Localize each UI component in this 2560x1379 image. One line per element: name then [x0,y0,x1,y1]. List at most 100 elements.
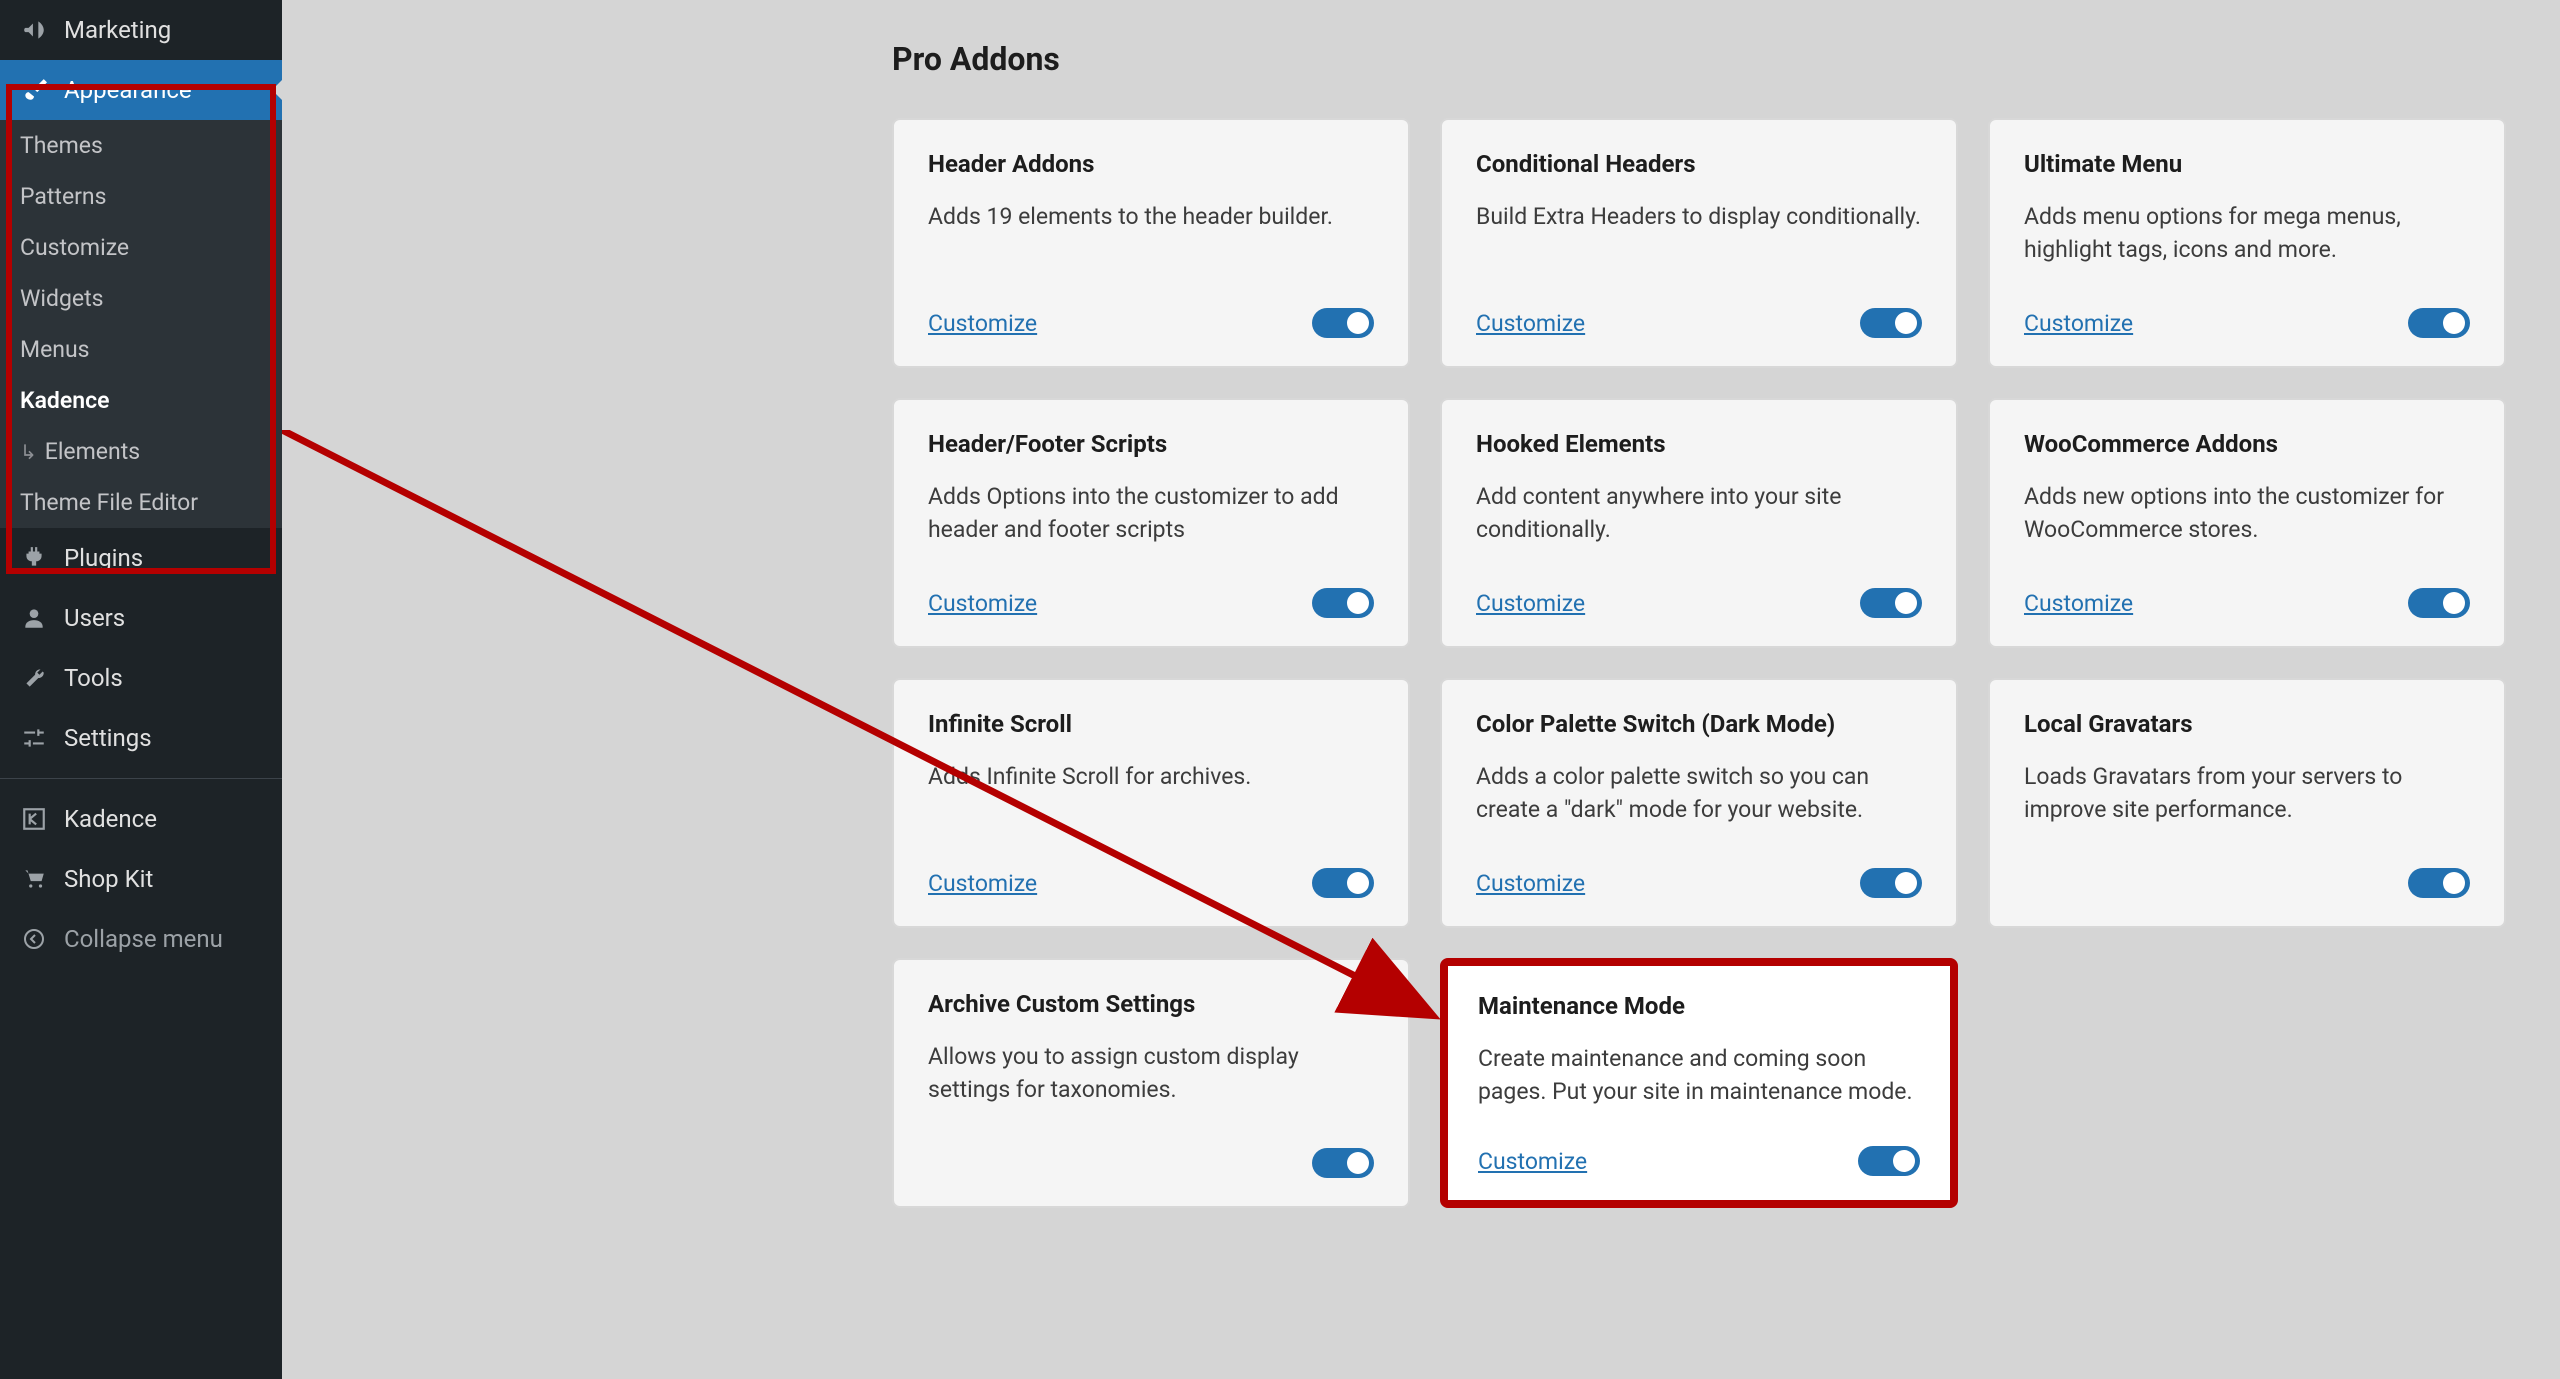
addon-toggle[interactable] [2408,308,2470,338]
customize-link[interactable]: Customize [928,870,1037,897]
wrench-icon [18,662,50,694]
submenu-theme-file-editor[interactable]: Theme File Editor [0,477,282,528]
sidebar-label: Appearance [64,76,192,104]
page-title: Pro Addons [892,40,2560,78]
addon-title: Color Palette Switch (Dark Mode) [1476,710,1922,738]
user-icon [18,602,50,634]
addon-description: Adds a color palette switch so you can c… [1476,760,1922,844]
addon-footer: Customize [1478,1146,1920,1176]
addon-title: Maintenance Mode [1478,992,1920,1020]
addon-footer: Customize [928,868,1374,898]
plug-icon [18,542,50,574]
addon-footer: Customize [928,308,1374,338]
sidebar-label: Shop Kit [64,865,153,893]
submenu-customize[interactable]: Customize [0,222,282,273]
kadence-icon [18,803,50,835]
megaphone-icon [18,14,50,46]
addon-title: Conditional Headers [1476,150,1922,178]
addon-toggle[interactable] [1858,1146,1920,1176]
addon-card: Infinite Scroll Adds Infinite Scroll for … [892,678,1410,928]
addon-description: Adds new options into the customizer for… [2024,480,2470,564]
addon-toggle[interactable] [2408,868,2470,898]
addon-footer: Customize [2024,308,2470,338]
customize-link[interactable]: Customize [928,310,1037,337]
addon-description: Create maintenance and coming soon pages… [1478,1042,1920,1122]
sliders-icon [18,722,50,754]
addon-footer: Customize [1476,588,1922,618]
addon-card: Header/Footer Scripts Adds Options into t… [892,398,1410,648]
brush-icon [18,74,50,106]
addon-toggle[interactable] [1312,868,1374,898]
sidebar-divider [0,778,282,779]
customize-link[interactable]: Customize [2024,310,2133,337]
addon-title: Ultimate Menu [2024,150,2470,178]
addon-title: Header/Footer Scripts [928,430,1374,458]
addon-footer [2024,868,2470,898]
sidebar-label: Kadence [64,805,157,833]
appearance-submenu: Themes Patterns Customize Widgets Menus … [0,120,282,528]
addon-description: Adds menu options for mega menus, highli… [2024,200,2470,284]
addon-title: Archive Custom Settings [928,990,1374,1018]
sidebar-label: Collapse menu [64,925,223,953]
sidebar-item-marketing[interactable]: Marketing [0,0,282,60]
addon-card: Conditional Headers Build Extra Headers t… [1440,118,1958,368]
addon-description: Loads Gravatars from your servers to imp… [2024,760,2470,844]
addon-footer: Customize [1476,308,1922,338]
addon-card: Ultimate Menu Adds menu options for mega … [1988,118,2506,368]
addon-footer: Customize [2024,588,2470,618]
customize-link[interactable]: Customize [1476,590,1585,617]
submenu-themes[interactable]: Themes [0,120,282,171]
addon-description: Adds Options into the customizer to add … [928,480,1374,564]
sidebar-item-kadence-extra[interactable]: Kadence [0,789,282,849]
customize-link[interactable]: Customize [1478,1148,1587,1175]
sidebar-item-shopkit[interactable]: Shop Kit [0,849,282,909]
addon-toggle[interactable] [1312,308,1374,338]
addon-description: Build Extra Headers to display condition… [1476,200,1922,284]
addon-card: Archive Custom Settings Allows you to ass… [892,958,1410,1208]
submenu-elements[interactable]: ↳Elements [0,426,282,477]
indent-icon: ↳ [20,440,37,464]
addon-description: Allows you to assign custom display sett… [928,1040,1374,1124]
addon-card: Color Palette Switch (Dark Mode) Adds a c… [1440,678,1958,928]
sidebar-label: Tools [64,664,123,692]
customize-link[interactable]: Customize [1476,870,1585,897]
cart-icon [18,863,50,895]
addon-toggle[interactable] [1312,588,1374,618]
sidebar-item-plugins[interactable]: Plugins [0,528,282,588]
customize-link[interactable]: Customize [1476,310,1585,337]
addon-card: Hooked Elements Add content anywhere into… [1440,398,1958,648]
sidebar-label: Users [64,604,125,632]
sidebar-label: Plugins [64,544,143,572]
addon-description: Adds 19 elements to the header builder. [928,200,1374,284]
customize-link[interactable]: Customize [928,590,1037,617]
addon-title: Local Gravatars [2024,710,2470,738]
addon-footer: Customize [1476,868,1922,898]
addon-card: WooCommerce AddonsAdds new options into … [1988,398,2506,648]
addon-footer [928,1148,1374,1178]
addon-card: Header Addons Adds 19 elements to the hea… [892,118,1410,368]
addon-title: Hooked Elements [1476,430,1922,458]
addon-title: Header Addons [928,150,1374,178]
sidebar-item-appearance[interactable]: Appearance [0,60,282,120]
addon-toggle[interactable] [2408,588,2470,618]
sidebar-label: Marketing [64,16,171,44]
addon-description: Adds Infinite Scroll for archives. [928,760,1374,844]
sidebar-item-users[interactable]: Users [0,588,282,648]
addon-title: Infinite Scroll [928,710,1374,738]
submenu-kadence[interactable]: Kadence [0,375,282,426]
addon-description: Add content anywhere into your site cond… [1476,480,1922,564]
collapse-menu[interactable]: Collapse menu [0,909,282,969]
sidebar-item-settings[interactable]: Settings [0,708,282,768]
addon-card: Maintenance Mode Create maintenance and c… [1440,958,1958,1208]
customize-link[interactable]: Customize [2024,590,2133,617]
addon-toggle[interactable] [1860,588,1922,618]
addon-toggle[interactable] [1860,308,1922,338]
sidebar-item-tools[interactable]: Tools [0,648,282,708]
submenu-patterns[interactable]: Patterns [0,171,282,222]
submenu-menus[interactable]: Menus [0,324,282,375]
submenu-widgets[interactable]: Widgets [0,273,282,324]
addon-footer: Customize [928,588,1374,618]
addon-toggle[interactable] [1312,1148,1374,1178]
sidebar-label: Settings [64,724,152,752]
addon-toggle[interactable] [1860,868,1922,898]
